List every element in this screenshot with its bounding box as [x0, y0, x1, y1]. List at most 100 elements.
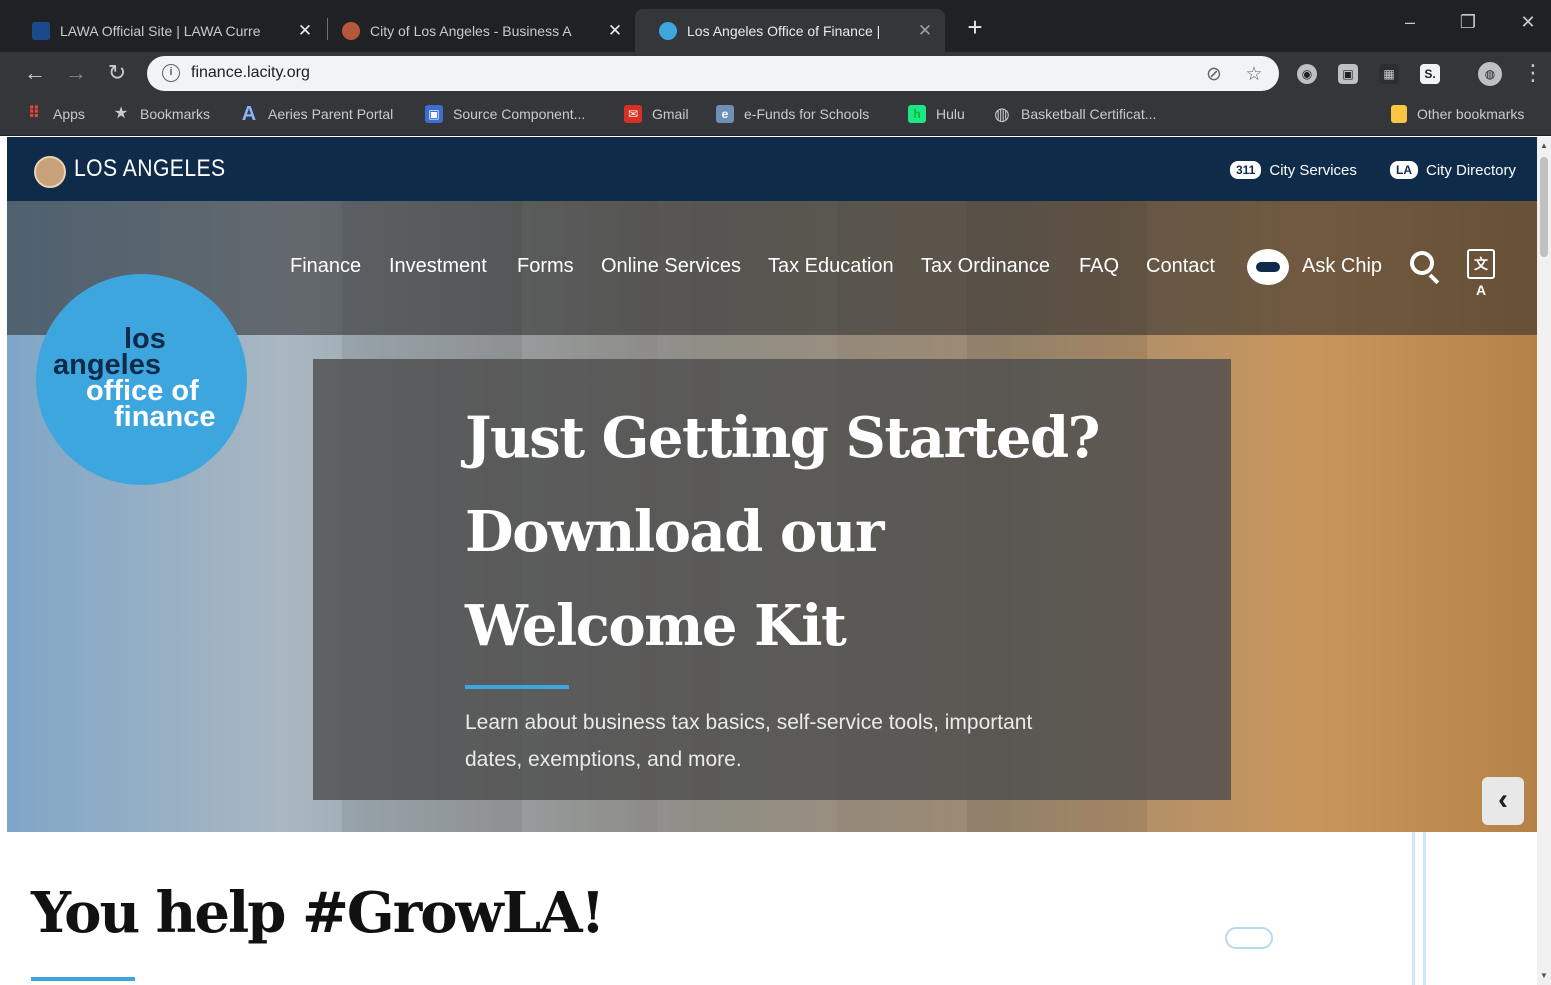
tab-lawa[interactable]: LAWA Official Site | LAWA Curre ✕: [8, 9, 325, 52]
apps-grid-icon: ⠿: [27, 105, 41, 122]
extension-icon[interactable]: ▣: [1338, 64, 1358, 84]
tab-title: Los Angeles Office of Finance |: [687, 22, 881, 39]
browser-tab-bar: LAWA Official Site | LAWA Curre ✕ City o…: [0, 0, 1551, 52]
nav-tax-ordinance[interactable]: Tax Ordinance: [921, 255, 1050, 278]
extension-icon[interactable]: S.: [1420, 64, 1440, 84]
section-title: You help #GrowLA!: [31, 880, 605, 946]
bookmark-label: Basketball Certificat...: [1021, 106, 1157, 122]
url-text[interactable]: finance.lacity.org: [191, 64, 310, 82]
bookmark-label: e-Funds for Schools: [744, 106, 870, 122]
bookmark-label: Hulu: [936, 106, 965, 122]
profile-avatar-icon[interactable]: ◍: [1478, 62, 1502, 86]
bookmark-label: Source Component...: [453, 106, 586, 122]
decorative-line: [1412, 832, 1415, 985]
extension-icon[interactable]: ▦: [1379, 64, 1399, 84]
new-tab-button[interactable]: +: [962, 14, 988, 40]
chatbot-icon[interactable]: [1247, 249, 1289, 285]
page-scrollbar[interactable]: ▲ ▼: [1537, 137, 1551, 985]
carousel-prev-button[interactable]: ‹: [1482, 777, 1524, 825]
close-tab-icon[interactable]: ✕: [915, 21, 935, 41]
city-directory-link[interactable]: LA City Directory: [1390, 161, 1516, 179]
other-bookmarks[interactable]: Other bookmarks: [1391, 105, 1524, 123]
gmail-icon: ✉: [624, 105, 642, 123]
nav-faq[interactable]: FAQ: [1079, 255, 1119, 278]
nav-online-services[interactable]: Online Services: [601, 255, 741, 278]
city-seal-icon[interactable]: [34, 156, 66, 188]
browser-toolbar: ← → ↻ i finance.lacity.org ⊘ ☆ ◉ ▣ ▦ S. …: [0, 52, 1551, 94]
tab-title: City of Los Angeles - Business A: [370, 22, 572, 39]
tab-office-of-finance[interactable]: Los Angeles Office of Finance | ✕: [635, 9, 945, 52]
nav-forms[interactable]: Forms: [517, 255, 574, 278]
accent-divider: [465, 685, 569, 689]
bookmark-bookmarks[interactable]: ★ Bookmarks: [112, 105, 210, 123]
scrollbar-thumb[interactable]: [1540, 157, 1548, 257]
bookmark-label: Other bookmarks: [1417, 106, 1525, 122]
web-page: LOS ANGELES 311 City Services LA City Di…: [7, 137, 1537, 985]
globe-icon: ◍: [994, 104, 1010, 124]
scroll-up-icon[interactable]: ▲: [1540, 141, 1548, 150]
bookmarks-bar: ⠿ Apps ★ Bookmarks A Aeries Parent Porta…: [0, 94, 1551, 136]
logo-line: finance: [114, 401, 216, 433]
city-header-bar: LOS ANGELES 311 City Services LA City Di…: [7, 137, 1537, 201]
cloud-icon: [1225, 927, 1273, 949]
nav-finance[interactable]: Finance: [290, 255, 361, 278]
city-title[interactable]: LOS ANGELES: [74, 155, 226, 183]
blocked-content-icon[interactable]: ⊘: [1203, 63, 1225, 86]
reload-button[interactable]: ↻: [104, 58, 130, 88]
bookmark-gmail[interactable]: ✉ Gmail: [624, 105, 689, 123]
bookmark-label: Gmail: [652, 106, 689, 122]
ask-chip-button[interactable]: Ask Chip: [1302, 255, 1382, 278]
bookmark-efunds[interactable]: e e-Funds for Schools: [716, 105, 869, 123]
efunds-icon: e: [716, 105, 734, 123]
close-tab-icon[interactable]: ✕: [295, 21, 315, 41]
star-icon: ★: [113, 105, 129, 122]
accent-divider: [31, 977, 135, 981]
source-icon: ▣: [425, 105, 443, 123]
bookmark-star-icon[interactable]: ☆: [1243, 63, 1265, 86]
close-window-button[interactable]: ✕: [1508, 12, 1548, 33]
extension-icon[interactable]: ◉: [1297, 64, 1317, 84]
bookmark-source-component[interactable]: ▣ Source Component...: [425, 105, 585, 123]
bookmark-aeries[interactable]: A Aeries Parent Portal: [240, 103, 394, 125]
forward-button[interactable]: →: [63, 58, 89, 88]
promo-card[interactable]: Just Getting Started? Download our Welco…: [313, 359, 1231, 800]
growla-section: You help #GrowLA!: [7, 832, 1537, 985]
browser-menu-icon[interactable]: ⋮: [1522, 60, 1544, 86]
bookmark-hulu[interactable]: h Hulu: [908, 105, 965, 123]
city-services-link[interactable]: 311 City Services: [1230, 161, 1357, 179]
site-info-icon[interactable]: i: [162, 64, 180, 82]
folder-icon: [1391, 105, 1407, 123]
promo-headline[interactable]: Just Getting Started? Download our Welco…: [465, 391, 1105, 673]
hero-banner: los angeles office of finance Finance In…: [7, 201, 1537, 832]
nav-investment[interactable]: Investment: [389, 255, 487, 278]
city-seal-favicon-icon: [342, 21, 360, 40]
tab-title: LAWA Official Site | LAWA Curre: [60, 22, 261, 39]
bookmark-label: Aeries Parent Portal: [268, 106, 394, 122]
la-badge-icon: LA: [1390, 161, 1418, 179]
tab-city-of-la[interactable]: City of Los Angeles - Business A ✕: [318, 9, 635, 52]
311-badge-icon: 311: [1230, 161, 1262, 179]
bookmark-label: Bookmarks: [140, 106, 211, 122]
bookmark-apps[interactable]: ⠿ Apps: [25, 105, 85, 123]
scroll-down-icon[interactable]: ▼: [1540, 971, 1548, 980]
chatbot-eyes: [1256, 262, 1280, 272]
aeries-icon: A: [241, 103, 257, 125]
minimize-button[interactable]: –: [1390, 12, 1430, 33]
bookmark-basketball[interactable]: ◍ Basketball Certificat...: [993, 105, 1156, 123]
lawa-favicon-icon: [32, 21, 50, 40]
decorative-line: [1423, 832, 1426, 985]
nav-contact[interactable]: Contact: [1146, 255, 1215, 278]
address-bar[interactable]: i finance.lacity.org ⊘ ☆: [147, 56, 1279, 91]
promo-description: Learn about business tax basics, self-se…: [465, 711, 1033, 771]
bookmark-label: Apps: [53, 106, 85, 122]
link-label: City Services: [1269, 161, 1357, 179]
restore-button[interactable]: ❐: [1448, 12, 1488, 33]
search-icon[interactable]: [1410, 251, 1434, 275]
office-of-finance-logo[interactable]: los angeles office of finance: [36, 274, 247, 485]
close-tab-icon[interactable]: ✕: [605, 21, 625, 41]
link-label: City Directory: [1426, 161, 1517, 179]
nav-tax-education[interactable]: Tax Education: [768, 255, 894, 278]
finance-favicon-icon: [659, 21, 677, 40]
back-button[interactable]: ←: [22, 58, 48, 88]
translate-icon[interactable]: 文A: [1467, 249, 1495, 298]
